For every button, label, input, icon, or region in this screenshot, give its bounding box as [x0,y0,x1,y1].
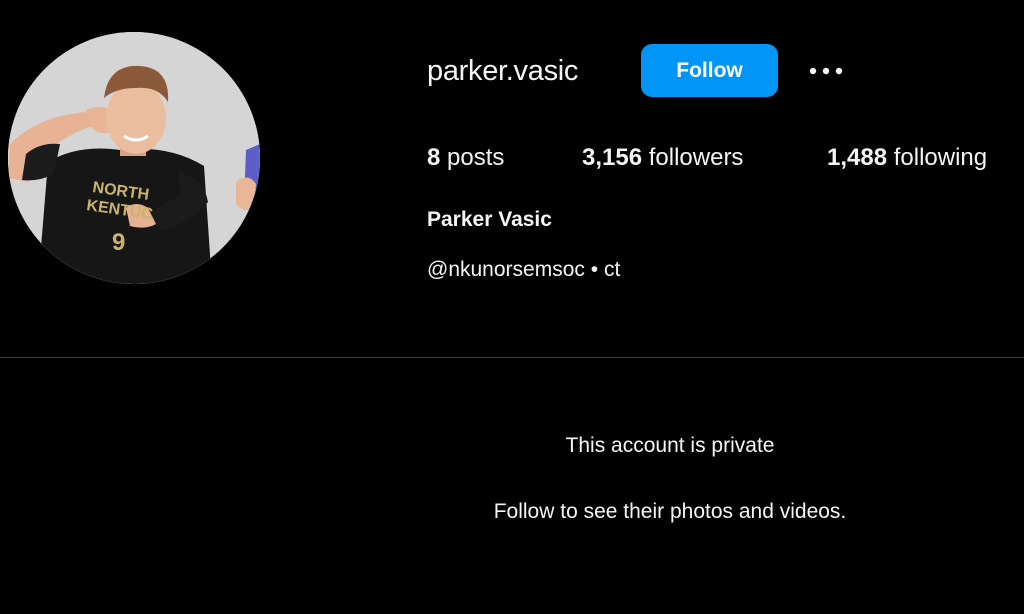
more-options-button[interactable] [804,58,848,84]
followers-count: 3,156 [582,144,643,171]
followers-label: followers [648,144,744,171]
profile-avatar[interactable]: NORTH KENTUC 9 [8,32,260,284]
bio-separator: • [590,258,599,281]
private-account-title: This account is private [565,434,775,457]
posts-label: posts [447,144,505,171]
profile-username: parker.vasic [427,55,579,87]
private-account-subtitle: Follow to see their photos and videos. [493,500,847,523]
bio-mention-link[interactable]: @nkunorsemsoc [427,258,585,281]
follow-button[interactable]: Follow [641,44,778,97]
posts-stat: 8 posts [427,142,504,174]
following-stat[interactable]: 1,488 following [827,142,987,174]
bio-text: ct [603,258,621,281]
followers-stat[interactable]: 3,156 followers [582,142,743,174]
posts-count: 8 [427,144,441,171]
jersey-number: 9 [112,229,125,256]
profile-bio: @nkunorsemsoc • ct [427,256,620,284]
section-divider [0,357,1024,358]
following-label: following [893,144,988,171]
following-count: 1,488 [827,144,888,171]
profile-full-name: Parker Vasic [427,208,552,231]
avatar-photo: NORTH KENTUC 9 [8,32,260,284]
more-horizontal-icon [809,67,843,75]
